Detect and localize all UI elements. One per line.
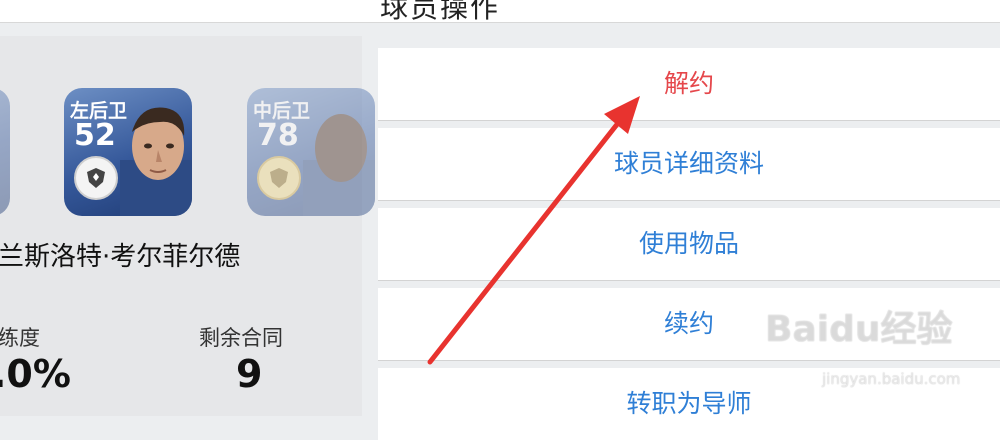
- page-title: 球员操作: [380, 0, 501, 23]
- release-player-button[interactable]: 解约: [378, 48, 1000, 120]
- player-card-next[interactable]: 中后卫 78: [247, 88, 375, 216]
- card-rating: 78: [257, 118, 299, 153]
- renew-contract-button[interactable]: 续约: [378, 288, 1000, 360]
- contract-value: 9: [236, 352, 263, 396]
- team-badge-icon: [74, 156, 118, 200]
- familiarity-value: .0%: [0, 352, 71, 396]
- player-name: 兰斯洛特·考尔菲尔德: [0, 242, 241, 272]
- player-action-menu: 解约 球员详细资料 使用物品 续约 转职为导师: [378, 48, 1000, 440]
- player-card-previous[interactable]: 中场 74: [0, 88, 10, 216]
- top-bar: 球员操作: [0, 0, 1000, 23]
- player-face-icon: [303, 114, 375, 216]
- convert-to-coach-button[interactable]: 转职为导师: [378, 368, 1000, 440]
- use-item-button[interactable]: 使用物品: [378, 208, 1000, 280]
- familiarity-label: 练度: [0, 326, 40, 350]
- player-panel: 中场 74 左后卫 52 中后卫 78: [0, 36, 375, 416]
- contract-label: 剩余合同: [199, 326, 283, 350]
- player-card-selected[interactable]: 左后卫 52: [64, 88, 192, 216]
- player-details-button[interactable]: 球员详细资料: [378, 128, 1000, 200]
- team-badge-icon: [257, 156, 301, 200]
- player-face-icon: [120, 107, 192, 216]
- card-rating: 52: [74, 118, 116, 153]
